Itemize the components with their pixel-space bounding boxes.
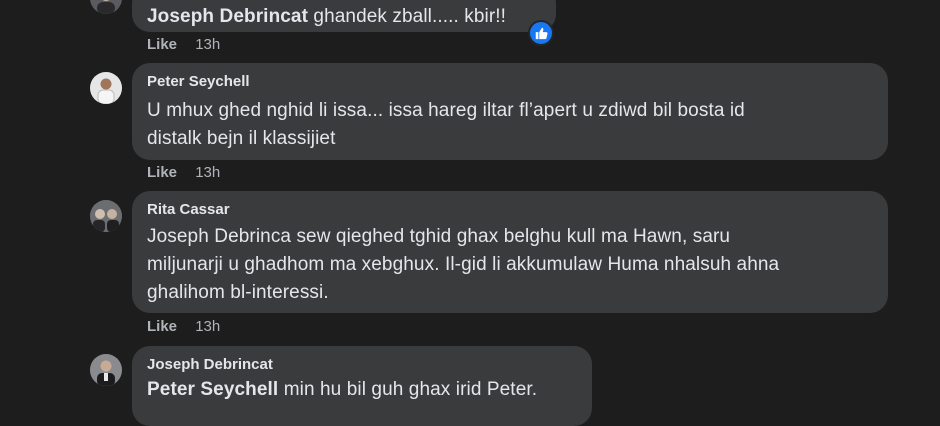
like-button[interactable]: Like (147, 36, 177, 53)
like-button[interactable]: Like (147, 164, 177, 181)
comment-bubble: Joseph Debrincat Peter Seychell min hu b… (132, 346, 592, 426)
comment-text-line: distalk bejn il klassijiet (147, 128, 336, 149)
comment-author[interactable]: Joseph Debrincat (147, 6, 308, 27)
comment-text-line: Joseph Debrinca sew qieghed tghid ghax b… (147, 226, 731, 247)
comment-author[interactable]: Peter Seychell (147, 72, 873, 91)
avatar[interactable] (90, 354, 122, 386)
avatar[interactable] (90, 0, 122, 14)
avatar[interactable] (90, 200, 122, 232)
mention-link[interactable]: Peter Seychell (147, 379, 278, 400)
timestamp[interactable]: 13h (195, 36, 220, 53)
comment-author[interactable]: Joseph Debrincat (147, 355, 577, 374)
comment-meta: Like 13h (147, 318, 220, 335)
comment-text-line: ghalihom bl-interessi. (147, 282, 329, 303)
comment-author[interactable]: Rita Cassar (147, 200, 873, 219)
comment-meta: Like 13h (147, 164, 220, 181)
comment-text-line: miljunarji u ghadhom ma xebghux. Il-gid … (147, 254, 780, 275)
comment-bubble: Peter Seychell U mhux ghed nghid li issa… (132, 63, 888, 160)
like-thumb-icon (535, 27, 548, 40)
comment-text: ghandek zball..... kbir!! (313, 6, 507, 27)
like-reaction-badge[interactable] (528, 20, 554, 46)
comment-text-line: U mhux ghed nghid li issa... issa hareg … (147, 100, 745, 121)
comment-text: U mhux ghed nghid li issa... issa hareg … (147, 97, 873, 153)
timestamp[interactable]: 13h (195, 164, 220, 181)
like-button[interactable]: Like (147, 318, 177, 335)
comment-text: Joseph Debrinca sew qieghed tghid ghax b… (147, 223, 873, 307)
comment-bubble: Rita Cassar Joseph Debrinca sew qieghed … (132, 191, 888, 313)
comment-bubble: Joseph Debrincat ghandek zball..... kbir… (132, 0, 556, 32)
avatar[interactable] (90, 72, 122, 104)
comment-meta: Like 13h (147, 36, 220, 53)
timestamp[interactable]: 13h (195, 318, 220, 335)
comment-text: min hu bil guh ghax irid Peter. (283, 379, 538, 400)
